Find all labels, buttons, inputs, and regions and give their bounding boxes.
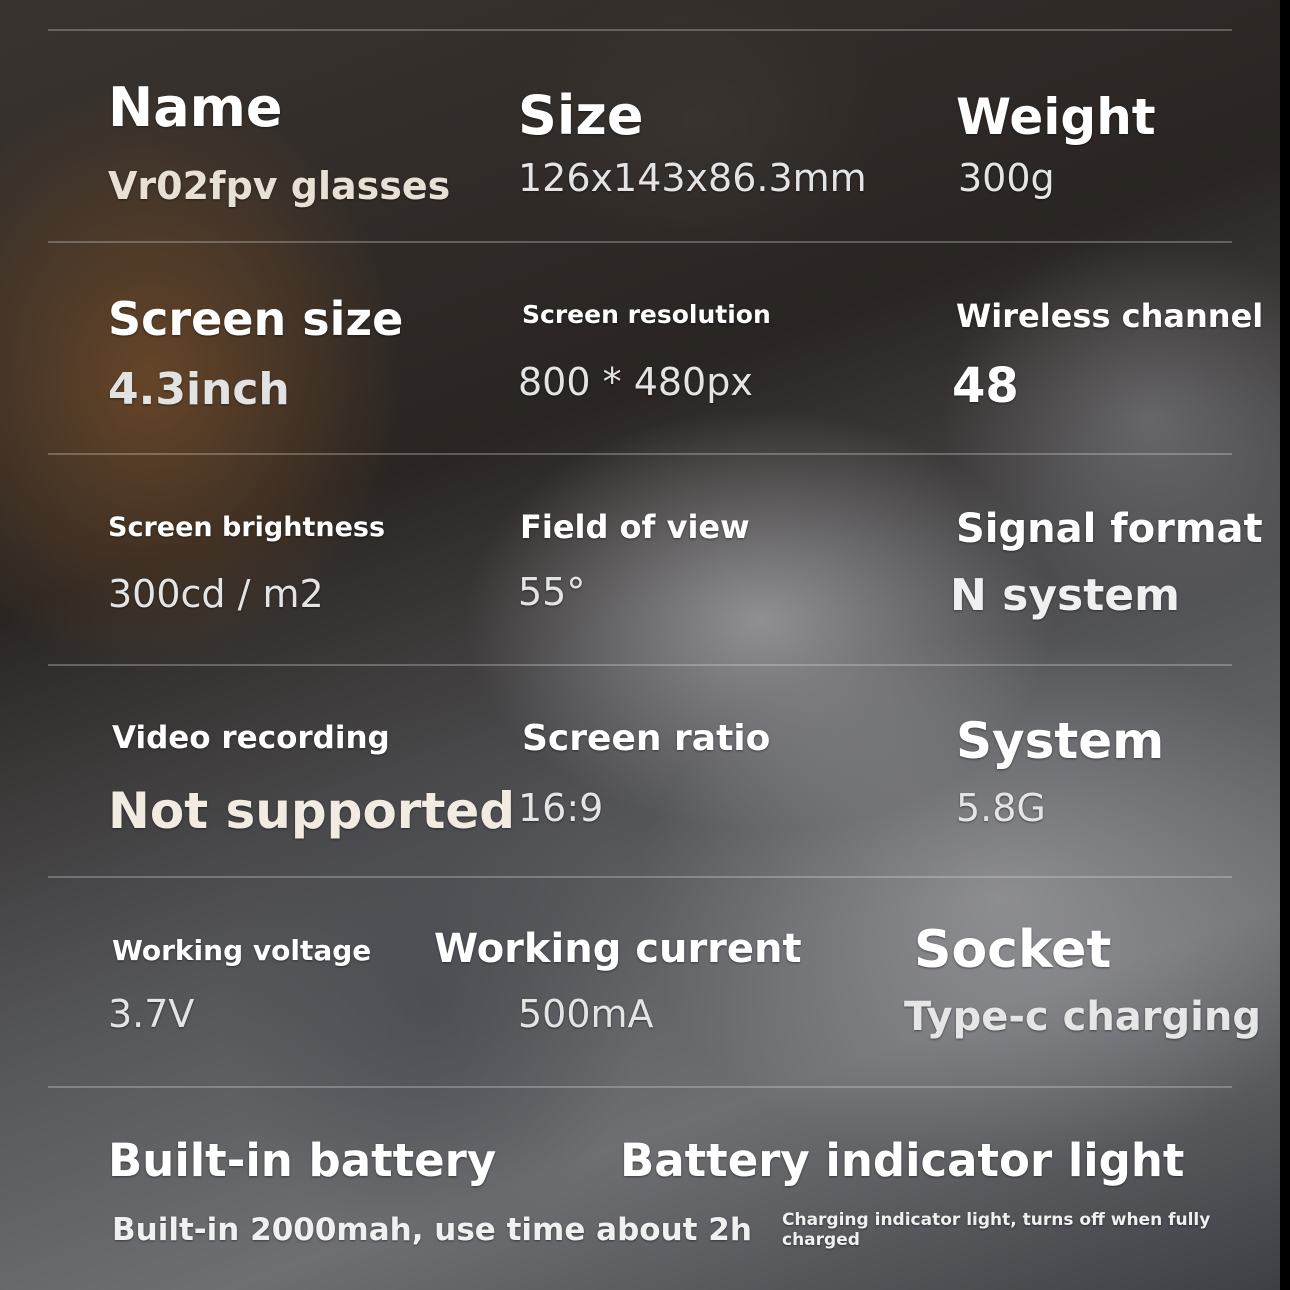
- video-recording-value: Not supported: [108, 782, 516, 840]
- signal-format-value: N system: [950, 570, 1180, 621]
- screen-brightness-label: Screen brightness: [108, 512, 386, 543]
- screen-resolution-label: Screen resolution: [522, 300, 771, 329]
- divider: [48, 29, 1232, 31]
- divider: [48, 453, 1232, 455]
- divider: [48, 876, 1232, 878]
- weight-value: 300g: [958, 156, 1055, 200]
- working-voltage-value: 3.7V: [108, 992, 195, 1036]
- screen-brightness-value: 300cd / m2: [108, 572, 324, 616]
- video-recording-label: Video recording: [112, 720, 390, 756]
- screen-ratio-label: Screen ratio: [522, 718, 771, 759]
- socket-label: Socket: [914, 920, 1112, 980]
- size-label: Size: [518, 84, 644, 147]
- wireless-channel-value: 48: [952, 358, 1019, 414]
- screen-size-value: 4.3inch: [108, 364, 290, 415]
- name-label: Name: [108, 76, 283, 139]
- divider: [48, 241, 1232, 243]
- wireless-channel-label: Wireless channel: [956, 297, 1264, 335]
- name-value: Vr02fpv glasses: [108, 164, 451, 208]
- divider: [48, 664, 1232, 666]
- system-value: 5.8G: [956, 786, 1046, 830]
- built-in-battery-value: Built-in 2000mah, use time about 2h: [112, 1212, 752, 1248]
- system-label: System: [956, 712, 1165, 770]
- socket-value: Type-c charging: [904, 994, 1261, 1040]
- size-value: 126x143x86.3mm: [518, 156, 867, 200]
- working-current-label: Working current: [434, 926, 802, 972]
- signal-format-label: Signal format: [956, 506, 1263, 552]
- screen-resolution-value: 800 * 480px: [518, 360, 753, 404]
- right-edge-bar: [1280, 0, 1290, 1290]
- screen-size-label: Screen size: [108, 292, 404, 346]
- field-of-view-value: 55°: [518, 570, 586, 614]
- field-of-view-label: Field of view: [520, 508, 750, 546]
- spec-sheet: Name Vr02fpv glasses Size 126x143x86.3mm…: [0, 0, 1290, 1290]
- working-voltage-label: Working voltage: [112, 934, 372, 967]
- built-in-battery-label: Built-in battery: [108, 1134, 497, 1187]
- working-current-value: 500mA: [518, 992, 654, 1036]
- battery-indicator-light-value: Charging indicator light, turns off when…: [782, 1210, 1211, 1250]
- screen-ratio-value: 16:9: [518, 786, 604, 830]
- divider: [48, 1086, 1232, 1088]
- battery-indicator-light-label: Battery indicator light: [620, 1134, 1185, 1187]
- weight-label: Weight: [956, 88, 1156, 146]
